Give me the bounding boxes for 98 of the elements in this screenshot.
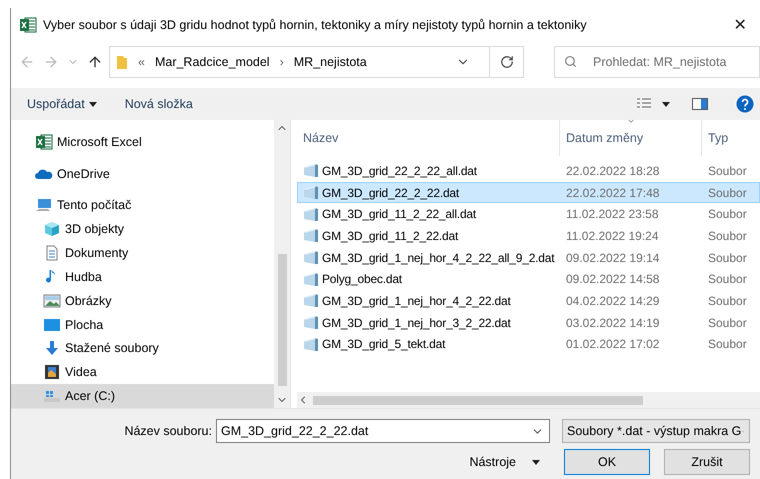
- scroll-thumb[interactable]: [278, 254, 286, 386]
- type-cell-text: Soubor: [707, 207, 748, 222]
- caret-icon: [532, 460, 540, 464]
- caret-icon: [88, 102, 97, 106]
- file-name: GM_3D_grid_1_nej_hor_4_2_22_all_9_2.dat: [322, 250, 554, 265]
- date-cell-text: 11.02.2022 19:24: [565, 228, 660, 243]
- file-icon: [302, 163, 319, 178]
- date-cell-text: 22.02.2022 17:48: [565, 186, 660, 200]
- window-title: Vyber soubor s údaji 3D gridu hodnot typů hornin, tektoniky a míry nejistoty typů hornin a tektoniky: [43, 18, 588, 32]
- download-arrow-icon: [43, 340, 61, 356]
- column-header[interactable]: Typ: [701, 120, 760, 156]
- pane-icon: [692, 97, 708, 111]
- new-folder-button[interactable]: Nová složka: [124, 97, 193, 111]
- filename-field[interactable]: GM_3D_grid_22_2_22.dat: [216, 419, 550, 443]
- film-icon: [43, 364, 61, 380]
- scroll-thumb[interactable]: [313, 396, 643, 404]
- date-cell-text: 09.02.2022 19:14: [565, 250, 660, 265]
- date-cell-text: 22.02.2022 18:28: [565, 164, 660, 178]
- file-row[interactable]: GM_3D_grid_11_2_22_all.dat 11.02.2022 23:58 Soubor: [297, 203, 760, 226]
- nav-item[interactable]: Dokumenty: [11, 241, 274, 266]
- type-cell-text: Soubor: [707, 186, 748, 200]
- breadcrumb[interactable]: MR_nejistota: [294, 55, 367, 69]
- drive-icon: [43, 388, 61, 404]
- picture-icon: [43, 292, 61, 309]
- address-bar[interactable]: « Mar_Radcice_model › MR_nejistota: [109, 46, 524, 78]
- date-cell-text: 11.02.2022 23:58: [565, 207, 660, 222]
- file-type-dropdown[interactable]: Soubory *.dat - výstup makra G: [562, 419, 750, 443]
- nav-item[interactable]: OneDrive: [11, 162, 274, 186]
- vertical-scrollbar[interactable]: [274, 120, 290, 408]
- file-icon: [302, 293, 319, 308]
- nav-item[interactable]: Obrázky: [11, 288, 274, 313]
- nav-item[interactable]: Videa: [11, 360, 274, 384]
- file-name: GM_3D_grid_1_nej_hor_4_2_22.dat: [322, 294, 511, 308]
- file-icon: [302, 185, 319, 200]
- date-cell-text: 01.02.2022 17:02: [565, 337, 660, 352]
- file-row[interactable]: GM_3D_grid_11_2_22.dat 11.02.2022 19:24 Soubor: [297, 225, 760, 247]
- ok-button[interactable]: OK: [564, 449, 650, 475]
- file-icon: [302, 206, 319, 222]
- file-icon: [302, 272, 319, 287]
- file-name: GM_3D_grid_5_tekt.dat: [322, 337, 446, 352]
- cancel-button[interactable]: Zrušit: [664, 449, 750, 475]
- type-cell-text: Soubor: [707, 272, 748, 286]
- breadcrumb[interactable]: Mar_Radcice_model: [154, 55, 270, 69]
- file-row[interactable]: GM_3D_grid_1_nej_hor_4_2_22_all_9_2.dat 09.02.2022 19:14 Soubor: [297, 246, 760, 268]
- preview-pane-button[interactable]: [692, 97, 708, 111]
- file-row[interactable]: GM_3D_grid_22_2_22.dat 22.02.2022 17:48 Soubor: [297, 182, 760, 204]
- nav-item[interactable]: Plocha: [11, 312, 274, 336]
- type-cell-text: Soubor: [707, 164, 748, 178]
- type-cell-text: Soubor: [707, 337, 748, 352]
- help-button[interactable]: [736, 95, 754, 113]
- file-name: GM_3D_grid_11_2_22.dat: [322, 228, 458, 243]
- search-field[interactable]: Prohledat: MR_nejistota: [554, 46, 760, 78]
- path-separator[interactable]: ›: [280, 55, 284, 69]
- tools-menu[interactable]: Nástroje: [463, 454, 546, 470]
- file-name: GM_3D_grid_22_2_22_all.dat: [322, 164, 477, 178]
- overflow-chevron[interactable]: «: [138, 55, 145, 69]
- search-icon: [564, 55, 577, 68]
- column-header[interactable]: Název: [297, 120, 559, 156]
- file-row[interactable]: GM_3D_grid_5_tekt.dat 01.02.2022 17:02 Soubor: [297, 334, 760, 356]
- spreadsheet-icon: [19, 17, 37, 33]
- help-icon: [736, 95, 754, 113]
- type-cell-text: Soubor: [707, 250, 748, 265]
- type-cell-text: Soubor: [707, 316, 748, 330]
- nav-item[interactable]: Tento počítač: [11, 194, 274, 218]
- nav-item[interactable]: Stažené soubory: [11, 336, 274, 360]
- file-icon: [302, 315, 319, 330]
- computer-icon: [35, 197, 53, 214]
- folder-icon: [116, 54, 128, 70]
- cube-icon: [43, 221, 61, 238]
- file-row[interactable]: GM_3D_grid_1_nej_hor_3_2_22.dat 03.02.2022 14:19 Soubor: [297, 312, 760, 334]
- file-name: Polyg_obec.dat: [322, 272, 402, 286]
- horizontal-scrollbar[interactable]: [297, 392, 760, 408]
- organize-menu[interactable]: Uspořádat: [27, 97, 97, 111]
- date-cell-text: 03.02.2022 14:19: [565, 316, 660, 330]
- desktop-icon: [43, 316, 61, 333]
- file-row[interactable]: GM_3D_grid_22_2_22_all.dat 22.02.2022 18:28 Soubor: [297, 160, 760, 182]
- file-icon: [302, 336, 319, 352]
- file-name: GM_3D_grid_11_2_22_all.dat: [322, 207, 476, 222]
- spreadsheet-icon: [35, 134, 53, 150]
- nav-item[interactable]: Hudba: [11, 265, 274, 289]
- nav-item[interactable]: Microsoft Excel: [11, 130, 274, 154]
- column-header[interactable]: Datum změny: [559, 120, 701, 156]
- date-cell-text: 09.02.2022 14:58: [565, 272, 660, 286]
- close-button[interactable]: ✕: [720, 10, 760, 40]
- file-name: GM_3D_grid_1_nej_hor_3_2_22.dat: [322, 316, 511, 330]
- file-row[interactable]: Polyg_obec.dat 09.02.2022 14:58 Soubor: [297, 268, 760, 290]
- file-row[interactable]: GM_3D_grid_1_nej_hor_4_2_22.dat 04.02.2022 14:29 Soubor: [297, 290, 760, 312]
- caret-icon: [662, 102, 670, 106]
- type-cell-text: Soubor: [707, 228, 748, 243]
- type-cell-text: Soubor: [707, 294, 748, 308]
- file-icon: [302, 250, 319, 266]
- file-icon: [302, 228, 319, 244]
- file-name: GM_3D_grid_22_2_22.dat: [322, 186, 460, 200]
- nav-item[interactable]: 3D objekty: [11, 217, 274, 242]
- refresh-icon: [500, 55, 514, 69]
- nav-item[interactable]: Acer (C:): [11, 384, 274, 408]
- date-cell-text: 04.02.2022 14:29: [565, 294, 660, 308]
- filename-label: Název souboru:: [124, 424, 212, 438]
